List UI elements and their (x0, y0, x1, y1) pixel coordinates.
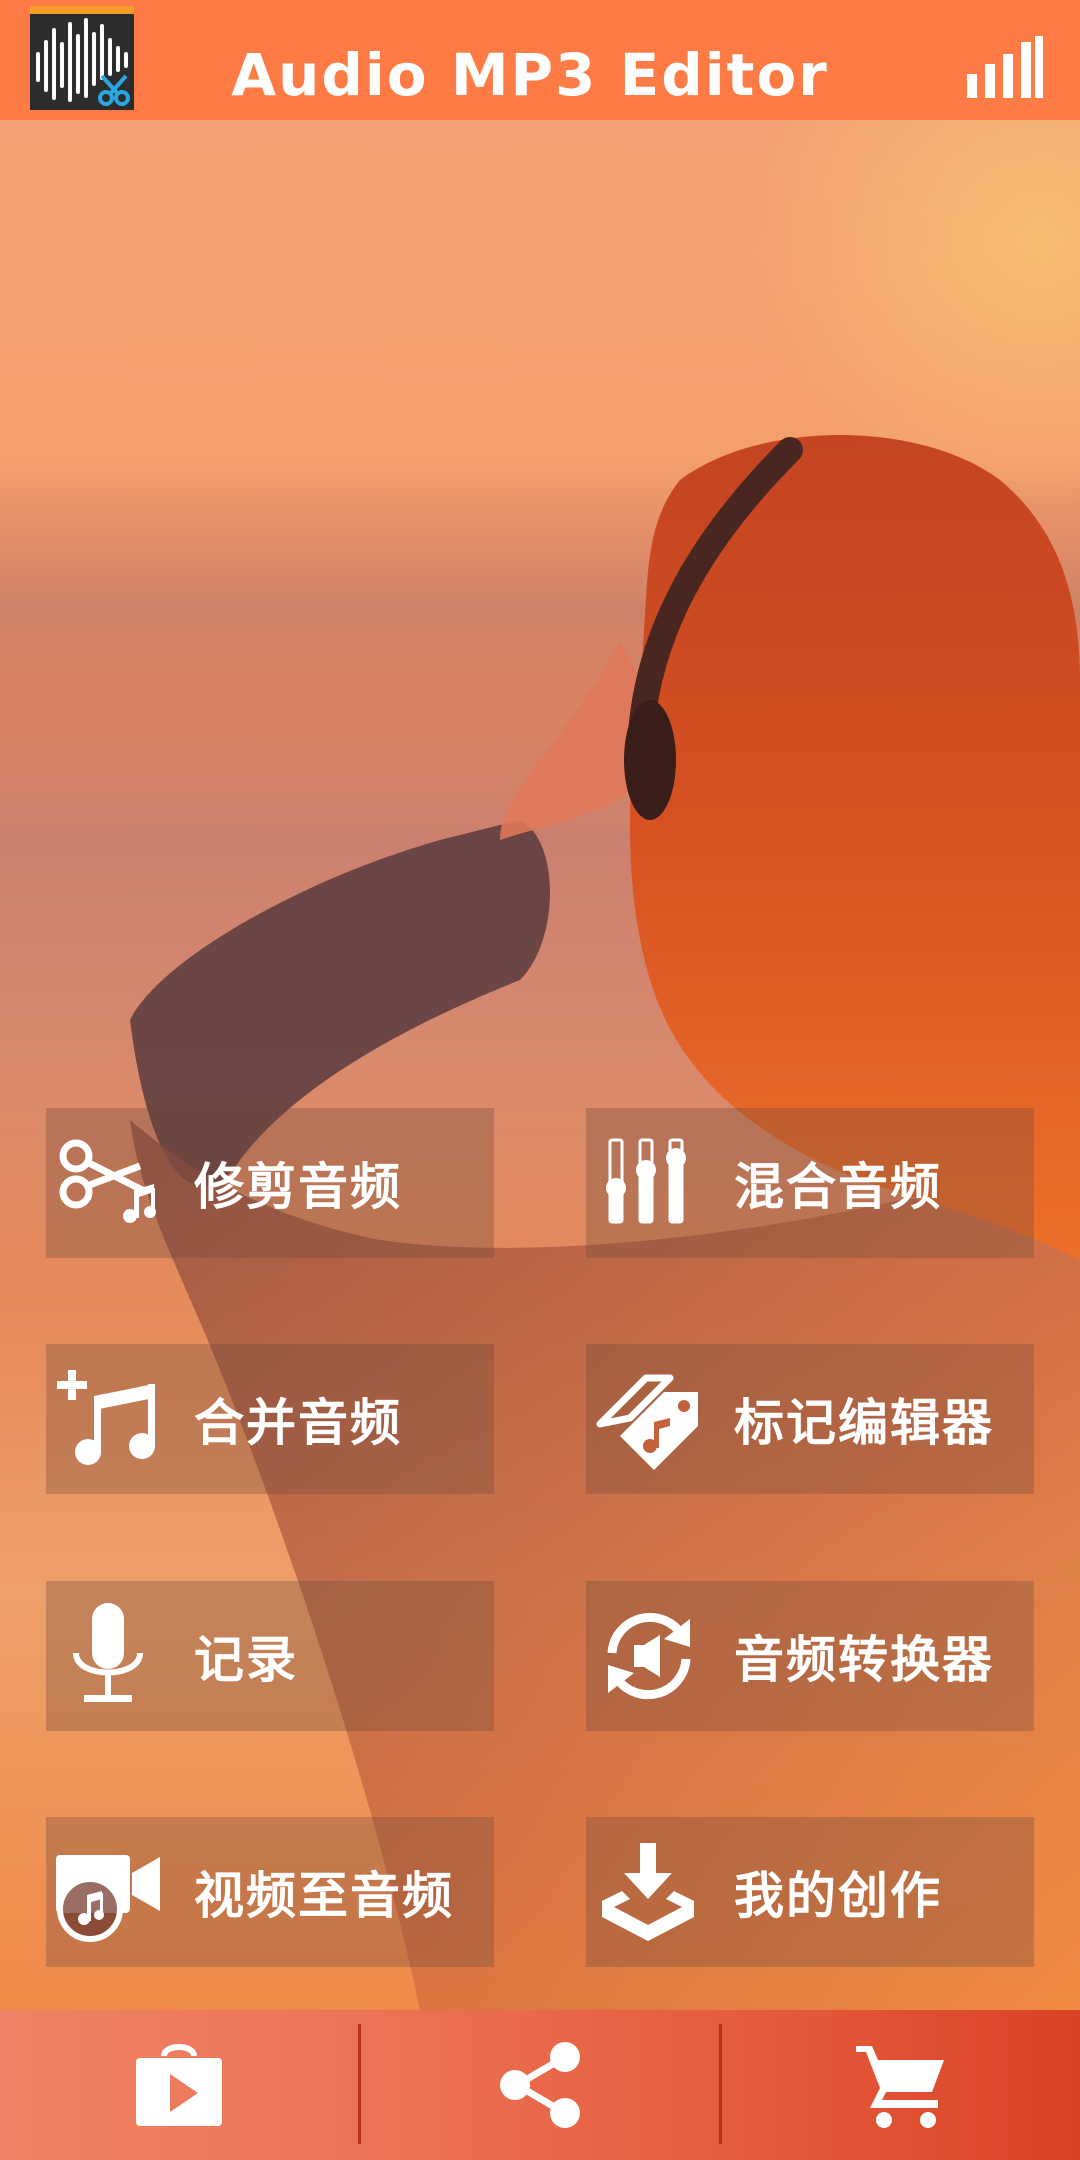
merge-audio-label: 合并音频 (194, 1394, 402, 1452)
add-music-icon (54, 1366, 164, 1472)
mix-audio-button[interactable]: 混合音频 (586, 1108, 1034, 1258)
audio-converter-button[interactable]: 音频转换器 (586, 1581, 1034, 1731)
audio-convert-icon (594, 1603, 704, 1709)
my-creations-label: 我的创作 (734, 1867, 942, 1925)
video-to-audio-button[interactable]: 视频至音频 (46, 1817, 494, 1967)
record-button[interactable]: 记录 (46, 1581, 494, 1731)
audio-converter-label: 音频转换器 (734, 1631, 994, 1689)
tag-editor-label: 标记编辑器 (734, 1394, 994, 1452)
share-icon (500, 2042, 580, 2128)
tag-editor-button[interactable]: 标记编辑器 (586, 1344, 1034, 1494)
my-creations-button[interactable]: 我的创作 (586, 1817, 1034, 1967)
bottom-navigation-bar (0, 2010, 1080, 2160)
play-bag-icon (136, 2044, 222, 2126)
scissors-music-icon (54, 1130, 164, 1236)
share-button[interactable] (361, 2010, 719, 2160)
app-title: Audio MP3 Editor (231, 41, 829, 109)
trim-audio-button[interactable]: 修剪音频 (46, 1108, 494, 1258)
microphone-icon (54, 1603, 164, 1709)
equalizer-sliders-icon (594, 1130, 704, 1236)
video-to-audio-label: 视频至音频 (194, 1867, 454, 1925)
cart-button[interactable] (722, 2010, 1080, 2160)
music-tag-icon (594, 1366, 704, 1472)
download-tray-icon (594, 1839, 704, 1945)
signal-bars-icon[interactable] (965, 36, 1045, 98)
app-header: Audio MP3 Editor (0, 0, 1080, 120)
cart-icon (856, 2046, 944, 2128)
record-label: 记录 (194, 1631, 298, 1689)
video-music-icon (54, 1839, 164, 1945)
store-button[interactable] (0, 2010, 358, 2160)
merge-audio-button[interactable]: 合并音频 (46, 1344, 494, 1494)
mix-audio-label: 混合音频 (734, 1158, 942, 1216)
trim-audio-label: 修剪音频 (194, 1158, 402, 1216)
